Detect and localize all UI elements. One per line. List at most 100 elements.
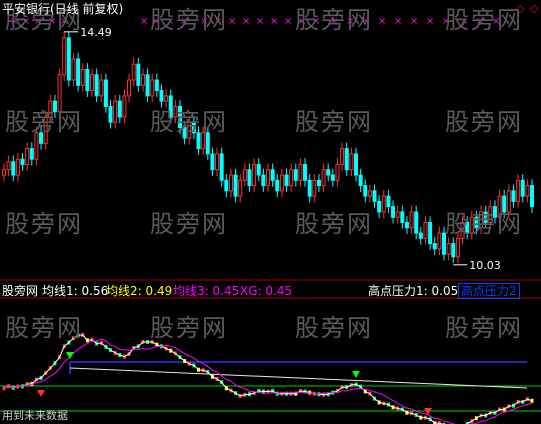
top-mark: ×: [426, 16, 434, 27]
signal-arrow: [66, 352, 74, 359]
candle-body: [29, 148, 34, 160]
candle-body: [80, 68, 85, 86]
candle-body: [423, 222, 428, 239]
candle-body: [349, 153, 354, 171]
candle-body: [266, 169, 270, 187]
candle-body: [159, 90, 164, 102]
chart-title: 平安银行(日线 前复权): [2, 2, 124, 16]
top-mark: ×: [256, 16, 264, 27]
candle-body: [316, 179, 321, 187]
candle-body: [270, 169, 275, 181]
candle-body: [117, 100, 122, 118]
footer-note: 用到未来数据: [2, 409, 68, 422]
high-label: 14.49: [80, 26, 112, 39]
candle-body: [372, 190, 377, 202]
candle-body: [20, 158, 25, 165]
candle-body: [131, 63, 136, 81]
watermark: 股旁网: [150, 210, 228, 238]
candle-body: [164, 95, 169, 102]
watermark: 股旁网: [150, 108, 228, 136]
candle-body: [261, 174, 266, 187]
top-mark: ×: [242, 16, 250, 27]
candle-body: [404, 222, 409, 229]
diamond-mark: ◇: [530, 2, 539, 15]
candle-body: [437, 232, 442, 250]
candle-body: [330, 174, 335, 181]
watermark: 股旁网: [5, 210, 83, 238]
signal-arrow: [352, 371, 360, 378]
watermark: 股旁网: [445, 108, 523, 136]
candle-body: [25, 148, 30, 165]
indicator-ma1: 均线1: 0.56: [42, 284, 109, 298]
watermark: 股旁网: [5, 108, 83, 136]
indicator-ma3: 均线3: 0.45: [173, 284, 240, 298]
candle-body: [381, 195, 386, 213]
candle-body: [136, 63, 141, 86]
watermark: 股旁网: [295, 6, 373, 34]
watermark: 股旁网: [150, 314, 228, 342]
candle-body: [354, 153, 358, 176]
candle-body: [428, 222, 433, 245]
candle-body: [530, 185, 534, 208]
pressure-tag: 高点压力2: [458, 283, 520, 299]
candle-body: [516, 179, 521, 202]
candle-body: [326, 169, 331, 176]
candle-body: [66, 37, 71, 81]
candle-body: [279, 174, 284, 192]
candle-body: [15, 158, 20, 176]
candle-body: [11, 161, 16, 176]
candle-body: [525, 185, 530, 197]
candle-body: [108, 105, 113, 123]
top-mark: ×: [410, 16, 418, 27]
candle-body: [228, 174, 233, 192]
candle-body: [340, 148, 345, 165]
candle-body: [358, 174, 363, 187]
indicator-ma2: 均线2: 0.49: [106, 284, 173, 298]
candle-body: [455, 237, 460, 258]
candle-body: [391, 206, 396, 218]
candle-body: [511, 190, 516, 202]
candle-body: [409, 211, 414, 229]
candle-body: [2, 169, 6, 176]
indicator-name: 股旁网: [2, 284, 39, 298]
candle-body: [289, 169, 294, 187]
candle-body: [446, 243, 451, 255]
candle-body: [252, 163, 257, 187]
low-label: 10.03: [469, 259, 501, 272]
candle-body: [418, 232, 423, 239]
watermark: 股旁网: [445, 6, 523, 34]
candle-body: [400, 211, 405, 224]
watermark: 股旁网: [295, 210, 373, 238]
candle-body: [386, 195, 391, 208]
candle-body: [99, 79, 104, 97]
candle-body: [256, 163, 261, 176]
candle-body: [85, 68, 90, 92]
candle-body: [215, 153, 220, 171]
pressure-label: 高点压力1: 0.05: [368, 284, 459, 298]
candle-body: [275, 179, 280, 192]
candle-body: [335, 163, 340, 181]
top-mark: ×: [140, 16, 148, 27]
candle-body: [414, 211, 419, 234]
candle-body: [145, 74, 150, 97]
candle-body: [113, 100, 118, 123]
candle-body: [395, 211, 400, 218]
candle-body: [293, 169, 298, 181]
candle-body: [238, 179, 243, 197]
candle-body: [127, 79, 132, 97]
candle-body: [247, 169, 252, 187]
top-mark: ×: [228, 16, 236, 27]
watermark: 股旁网: [445, 210, 523, 238]
watermark: 股旁网: [295, 108, 373, 136]
candle-body: [62, 37, 67, 76]
top-mark: ×: [270, 16, 278, 27]
watermark: 股旁网: [445, 314, 523, 342]
watermark: 股旁网: [295, 314, 373, 342]
candle-body: [219, 153, 224, 181]
candle-body: [298, 163, 303, 181]
top-mark: ×: [378, 16, 386, 27]
candle-body: [6, 161, 11, 171]
candle-body: [76, 58, 81, 86]
candle-body: [303, 163, 308, 181]
candle-body: [321, 169, 326, 187]
